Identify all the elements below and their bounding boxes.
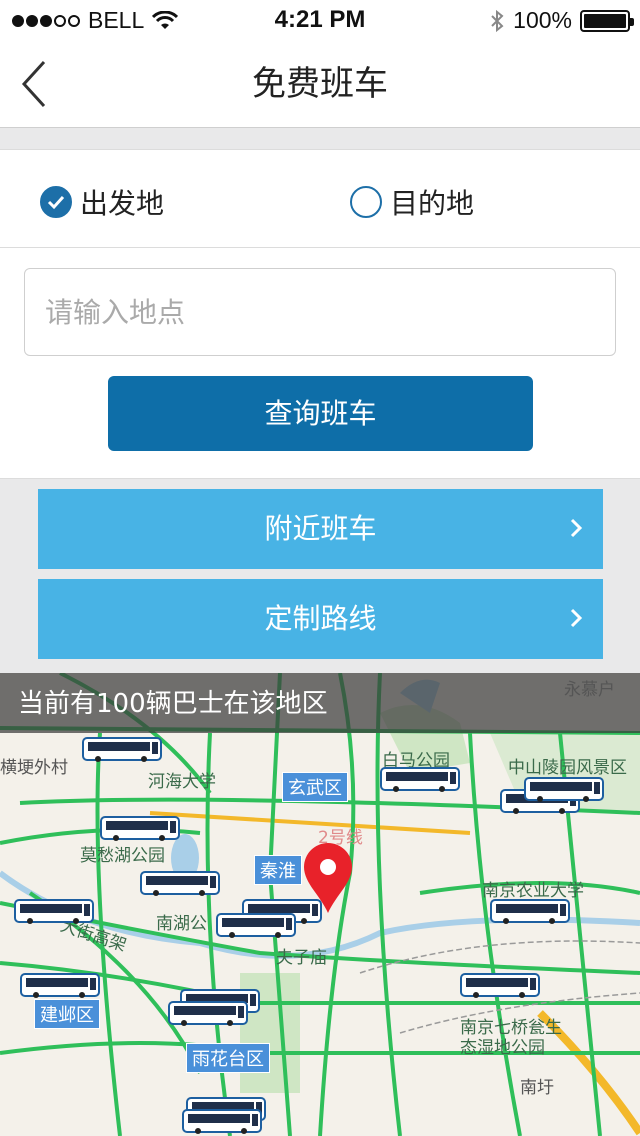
nav-bar: 免费班车: [0, 40, 640, 128]
destination-radio[interactable]: 目的地: [350, 182, 474, 222]
map-label: 永慕户: [564, 680, 615, 700]
bus-icon[interactable]: [140, 871, 220, 897]
radio-empty-icon: [350, 186, 382, 218]
custom-route-label: 定制路线: [264, 602, 377, 635]
bus-icon[interactable]: [14, 899, 94, 925]
map-label: 河海大学: [148, 772, 216, 792]
bus-count-banner: 当前有100辆巴士在该地区: [0, 673, 640, 733]
nearby-bus-label: 附近班车: [264, 512, 377, 545]
map-label: 南京农业大学: [482, 881, 584, 901]
query-bus-button[interactable]: 查询班车: [108, 376, 533, 451]
district-label: 建邺区: [34, 999, 100, 1029]
custom-route-button[interactable]: 定制路线: [38, 579, 603, 659]
status-bar: BELL 4:21 PM 100%: [0, 0, 640, 40]
checkmark-icon: [40, 186, 72, 218]
map-label: 中山陵园风景区: [508, 758, 627, 778]
bus-icon[interactable]: [82, 737, 162, 763]
bus-map[interactable]: 当前有100辆巴士在该地区 永慕户 横埂外村 河海大学 玄武区 白马公园 中山陵…: [0, 673, 640, 1136]
battery-percent: 100%: [513, 7, 572, 33]
search-form: 出发地 目的地 查询班车: [0, 149, 640, 479]
bus-icon[interactable]: [490, 899, 570, 925]
map-label: 横埂外村: [0, 758, 68, 778]
map-label: 南湖公: [156, 914, 207, 934]
battery-icon: [580, 9, 634, 32]
map-label: 夫子庙: [276, 948, 327, 968]
destination-label: 目的地: [390, 187, 475, 220]
location-pin-icon[interactable]: [300, 843, 356, 915]
district-label: 雨花台区: [186, 1043, 270, 1073]
bus-icon[interactable]: [524, 777, 604, 803]
status-right: 100%: [489, 7, 634, 34]
chevron-right-icon: [570, 518, 583, 538]
bus-icon[interactable]: [100, 816, 180, 842]
departure-radio[interactable]: 出发地: [40, 182, 164, 222]
chevron-right-icon: [570, 608, 583, 628]
bus-icon[interactable]: [20, 973, 100, 999]
nearby-bus-button[interactable]: 附近班车: [38, 489, 603, 569]
bus-icon[interactable]: [216, 913, 296, 939]
district-label: 秦淮: [254, 855, 302, 885]
departure-label: 出发地: [80, 187, 165, 220]
bus-icon[interactable]: [460, 973, 540, 999]
bus-icon[interactable]: [168, 1001, 248, 1027]
map-label: 态湿地公园: [460, 1038, 545, 1058]
bluetooth-icon: [491, 9, 504, 32]
direction-radio-group: 出发地 目的地: [0, 150, 640, 248]
map-label: 南圩: [520, 1078, 554, 1098]
bus-icon[interactable]: [182, 1109, 262, 1135]
district-label: 玄武区: [282, 772, 348, 802]
map-label: 莫愁湖公园: [80, 846, 165, 866]
location-input[interactable]: [24, 268, 616, 356]
page-title: 免费班车: [252, 64, 388, 104]
bus-icon[interactable]: [380, 767, 460, 793]
